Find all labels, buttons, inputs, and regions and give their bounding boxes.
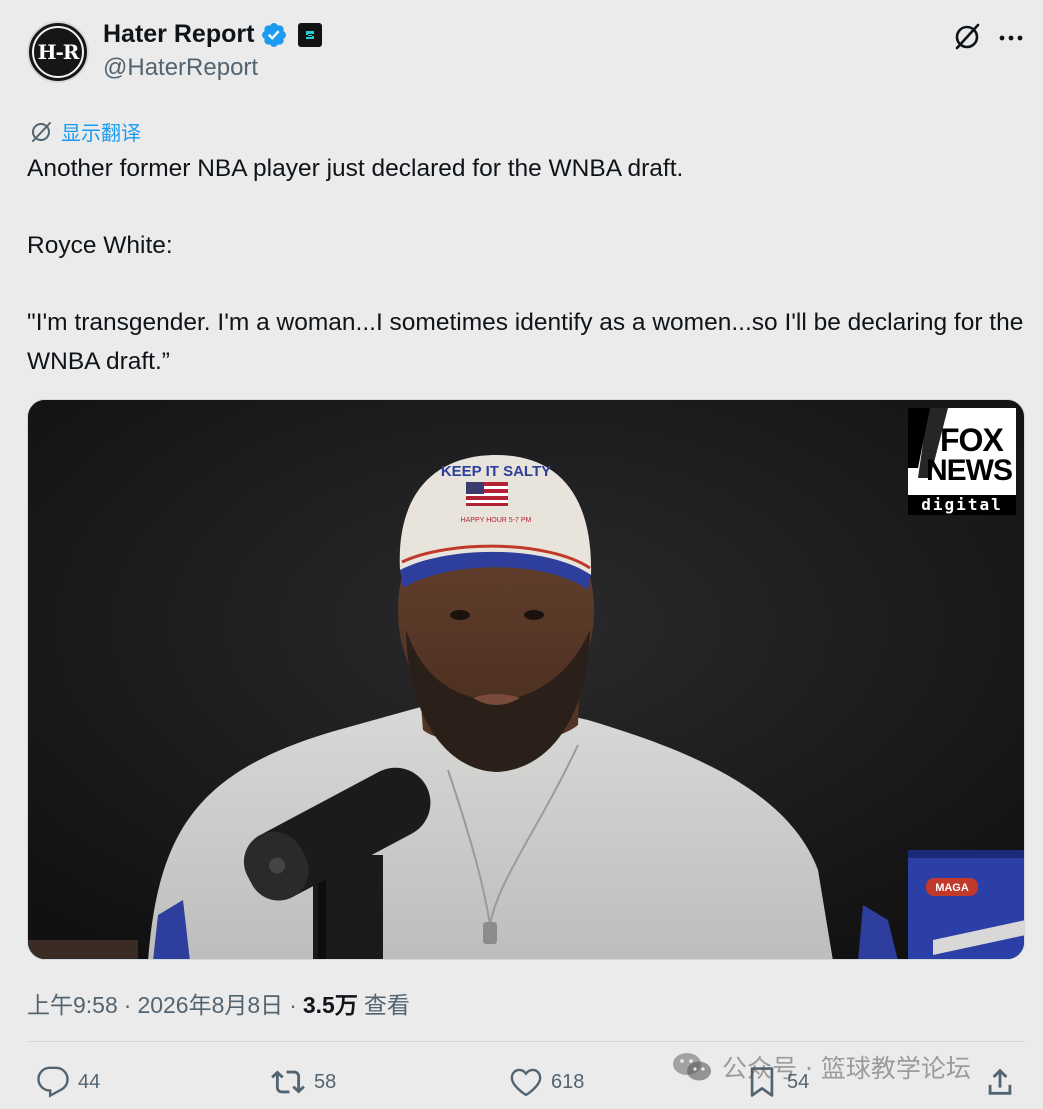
cap-subtext: HAPPY HOUR 5-7 PM: [461, 517, 532, 524]
avatar-text: H-R: [32, 26, 84, 78]
display-name[interactable]: Hater Report: [103, 20, 254, 49]
grok-icon[interactable]: [952, 22, 982, 52]
tweet-line: "I'm transgender. I'm a woman...I someti…: [27, 309, 1024, 375]
repost-count: 58: [314, 1070, 337, 1093]
reply-count: 44: [78, 1070, 101, 1093]
avatar[interactable]: H-R: [27, 21, 89, 83]
share-button[interactable]: [983, 1065, 1017, 1099]
translate-icon: [32, 121, 51, 142]
post-time[interactable]: 上午9:58: [27, 986, 118, 1020]
reply-icon: [37, 1066, 69, 1098]
handle[interactable]: @HaterReport: [103, 54, 258, 82]
watermark-text: 公众号 · 篮球教学论坛: [722, 1054, 971, 1083]
views-label: 查看: [363, 992, 410, 1018]
digital-word: digital: [908, 495, 1016, 515]
meta-separator: ·: [123, 992, 132, 1018]
post-date[interactable]: 2026年8月8日: [137, 986, 283, 1020]
repost-icon: [271, 1070, 305, 1094]
share-icon: [988, 1068, 1012, 1095]
more-icon[interactable]: [998, 28, 1024, 48]
translate-row[interactable]: 显示翻译: [29, 117, 141, 146]
verified-badge-icon: [262, 22, 287, 47]
wechat-watermark: 公众号 · 篮球教学论坛: [672, 1049, 971, 1085]
video-frame: KEEP IT SALTY HAPPY HOUR 5-7 PM MAGA: [28, 400, 1024, 959]
translate-label[interactable]: 显示翻译: [61, 117, 141, 146]
wechat-icon: [673, 1053, 711, 1081]
cap-text: KEEP IT SALTY: [441, 463, 551, 480]
video-media[interactable]: KEEP IT SALTY HAPPY HOUR 5-7 PM MAGA FOX…: [27, 399, 1025, 960]
tweet-line: Another former NBA player just declared …: [27, 155, 684, 182]
brand-badge-icon: [298, 22, 323, 47]
repost-button[interactable]: 58: [270, 1065, 336, 1099]
view-count: 3.5万: [302, 992, 358, 1018]
fox-news-logo: FOX NEWS digital: [908, 408, 1016, 515]
tweet-meta: 上午9:58 · 2026年8月8日 · 3.5万 查看: [27, 986, 410, 1020]
like-icon: [510, 1068, 542, 1097]
reply-button[interactable]: 44: [36, 1065, 100, 1099]
meta-separator: ·: [289, 992, 297, 1018]
tweet-line: Royce White:: [27, 232, 173, 259]
like-count: 618: [551, 1070, 585, 1093]
like-button[interactable]: 618: [509, 1065, 584, 1099]
author-name-row: Hater Report: [103, 20, 323, 49]
tweet-card: H-R Hater Report @HaterReport 显示翻译 Anoth: [0, 0, 1043, 1109]
box-label: MAGA: [935, 882, 969, 894]
news-word: NEWS: [926, 454, 1013, 487]
tweet-text: Another former NBA player just declared …: [27, 150, 1027, 381]
divider: [27, 1041, 1025, 1042]
